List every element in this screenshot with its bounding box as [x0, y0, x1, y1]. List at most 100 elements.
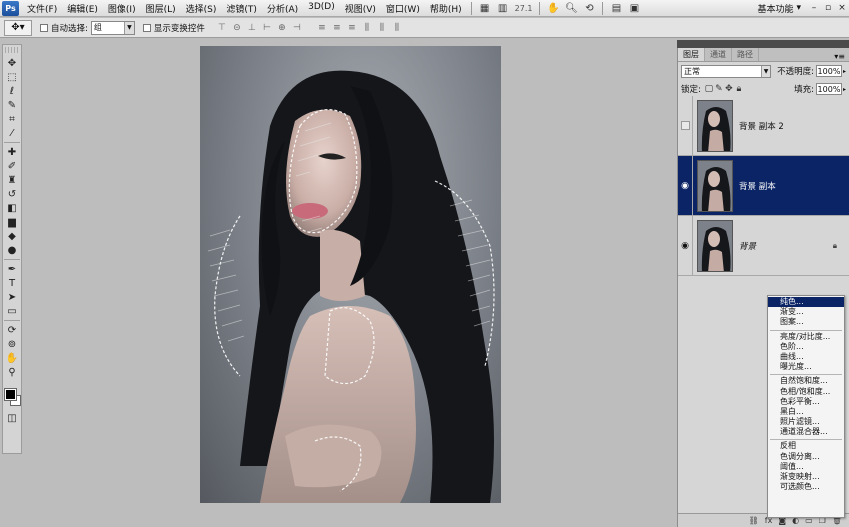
layer-visibility-toggle[interactable] — [678, 95, 693, 156]
distribute-hcenter-icon[interactable]: ⫼ — [375, 21, 389, 35]
adjustment-menu-item[interactable]: 通道混合器... — [768, 427, 844, 437]
menu-item-1[interactable]: 编辑(E) — [62, 2, 103, 15]
blend-mode-dropdown[interactable]: 正常 ▼ — [681, 64, 771, 78]
distribute-left-icon[interactable]: ⫼ — [360, 21, 374, 35]
eyedropper-tool-icon[interactable]: ⁄ — [3, 126, 21, 140]
layer-visibility-toggle[interactable]: ◉ — [678, 155, 693, 216]
adjustment-menu-item[interactable]: 色彩平衡... — [768, 397, 844, 407]
adjustment-menu-item[interactable]: 照片滤镜... — [768, 417, 844, 427]
menu-item-5[interactable]: 滤镜(T) — [221, 2, 262, 15]
auto-select-dropdown[interactable]: 组 ▼ — [90, 20, 135, 35]
panel-menu-icon[interactable]: ▾≡ — [830, 52, 849, 61]
layer-visibility-toggle[interactable]: ◉ — [678, 215, 693, 276]
zoom-tool-icon[interactable]: ⚲ — [3, 365, 21, 379]
tool-preset-picker[interactable]: ✥▾ — [4, 19, 32, 36]
move-tool-icon[interactable]: ✥ — [3, 56, 21, 70]
foreground-color-swatch[interactable] — [4, 388, 17, 401]
adjustment-menu-item[interactable]: 色调分离... — [768, 452, 844, 462]
history-brush-tool-icon[interactable]: ↺ — [3, 187, 21, 201]
menu-item-10[interactable]: 帮助(H) — [425, 2, 467, 15]
adjustment-menu-item[interactable]: 渐变... — [768, 307, 844, 317]
lock-pixels-icon[interactable]: ✎ — [714, 84, 724, 94]
align-left-icon[interactable]: ⊢ — [260, 21, 274, 35]
menu-item-9[interactable]: 窗口(W) — [381, 2, 425, 15]
lasso-tool-icon[interactable]: ℓ — [3, 84, 21, 98]
document-canvas-area[interactable] — [24, 39, 674, 527]
adjustment-menu-item[interactable]: 渐变映射... — [768, 472, 844, 482]
menu-item-4[interactable]: 选择(S) — [181, 2, 222, 15]
zoom-tool-icon[interactable]: 🔍︎ — [562, 2, 580, 15]
toolbox-grip[interactable] — [5, 47, 19, 53]
align-top-icon[interactable]: ⊤ — [215, 21, 229, 35]
layer-row-background[interactable]: ◉ 背景 🔒︎ — [678, 215, 849, 276]
clone-stamp-tool-icon[interactable]: ♜ — [3, 173, 21, 187]
zoom-level[interactable]: 27.1 — [512, 4, 536, 13]
document-image[interactable] — [200, 46, 501, 503]
menu-item-8[interactable]: 视图(V) — [340, 2, 381, 15]
marquee-tool-icon[interactable]: ⬚ — [3, 70, 21, 84]
screen-mode-icon[interactable]: ▣ — [625, 2, 643, 15]
lock-transparency-icon[interactable]: ▢ — [704, 84, 714, 94]
menu-item-3[interactable]: 图层(L) — [141, 2, 181, 15]
distribute-vcenter-icon[interactable]: ≡ — [330, 21, 344, 35]
eraser-tool-icon[interactable]: ◧ — [3, 201, 21, 215]
distribute-top-icon[interactable]: ≡ — [315, 21, 329, 35]
adjustment-menu-item[interactable]: 亮度/对比度... — [768, 332, 844, 342]
gradient-tool-icon[interactable]: ▆ — [3, 215, 21, 229]
tab-channels[interactable]: 通道 — [705, 48, 732, 61]
bridge-icon[interactable]: ▦ — [476, 2, 494, 15]
menu-item-6[interactable]: 分析(A) — [262, 2, 303, 15]
pen-tool-icon[interactable]: ✒ — [3, 262, 21, 276]
menu-item-7[interactable]: 3D(D) — [303, 2, 340, 15]
adjustment-menu-item[interactable]: 曲线... — [768, 352, 844, 362]
maximize-button[interactable]: ▫ — [821, 2, 835, 14]
distribute-right-icon[interactable]: ⫼ — [390, 21, 404, 35]
opacity-input[interactable]: 100% — [815, 65, 842, 77]
fill-input[interactable]: 100% — [815, 83, 842, 95]
view-extras-icon[interactable]: ▥ — [494, 2, 512, 15]
rotate-view-icon[interactable]: ⟲ — [580, 2, 598, 15]
shape-tool-icon[interactable]: ▭ — [3, 304, 21, 318]
adjustment-menu-item[interactable]: 阈值... — [768, 462, 844, 472]
dodge-tool-icon[interactable]: ● — [3, 243, 21, 257]
quick-select-tool-icon[interactable]: ✎ — [3, 98, 21, 112]
auto-select-checkbox[interactable] — [40, 23, 48, 32]
adjustment-menu-item[interactable]: 纯色... — [768, 297, 844, 308]
arrange-documents-icon[interactable]: ▤ — [607, 2, 625, 15]
layer-row-background-copy[interactable]: ◉ 背景 副本 — [678, 155, 849, 216]
quick-mask-icon[interactable]: ◫ — [3, 411, 21, 425]
lock-position-icon[interactable]: ✥ — [724, 84, 734, 94]
workspace-switcher[interactable]: 基本功能 ▾ — [751, 2, 807, 15]
healing-brush-tool-icon[interactable]: ✚ — [3, 145, 21, 159]
adjustment-menu-item[interactable]: 自然饱和度... — [768, 376, 844, 386]
align-right-icon[interactable]: ⊣ — [290, 21, 304, 35]
adjustment-menu-item[interactable]: 可选颜色... — [768, 482, 844, 492]
minimize-button[interactable]: – — [807, 2, 821, 14]
menu-item-2[interactable]: 图像(I) — [103, 2, 141, 15]
type-tool-icon[interactable]: T — [3, 276, 21, 290]
lock-all-icon[interactable]: 🔒︎ — [734, 84, 744, 94]
close-button[interactable]: × — [835, 2, 849, 14]
align-vcenter-icon[interactable]: ⊝ — [230, 21, 244, 35]
distribute-bottom-icon[interactable]: ≡ — [345, 21, 359, 35]
layer-row-background-copy-2[interactable]: 背景 副本 2 — [678, 95, 849, 156]
hand-tool-icon[interactable]: ✋ — [544, 2, 562, 15]
chevron-right-icon[interactable]: ▸ — [843, 86, 846, 93]
brush-tool-icon[interactable]: ✐ — [3, 159, 21, 173]
path-select-tool-icon[interactable]: ➤ — [3, 290, 21, 304]
menu-item-0[interactable]: 文件(F) — [22, 2, 62, 15]
tab-paths[interactable]: 路径 — [732, 48, 759, 61]
3d-rotate-tool-icon[interactable]: ⟳ — [3, 323, 21, 337]
show-transform-checkbox[interactable] — [142, 23, 151, 32]
adjustment-menu-item[interactable]: 图案... — [768, 317, 844, 327]
link-icon[interactable]: ⛓ — [749, 516, 759, 525]
align-hcenter-icon[interactable]: ⊕ — [275, 21, 289, 35]
adjustment-menu-item[interactable]: 黑白... — [768, 407, 844, 417]
adjustment-menu-item[interactable]: 曝光度... — [768, 362, 844, 372]
crop-tool-icon[interactable]: ⌗ — [3, 112, 21, 126]
chevron-right-icon[interactable]: ▸ — [843, 68, 846, 75]
adjustment-menu-item[interactable]: 色相/饱和度... — [768, 387, 844, 397]
tab-layers[interactable]: 图层 — [678, 48, 705, 61]
adjustment-menu-item[interactable]: 色阶... — [768, 342, 844, 352]
3d-orbit-tool-icon[interactable]: ⊚ — [3, 337, 21, 351]
